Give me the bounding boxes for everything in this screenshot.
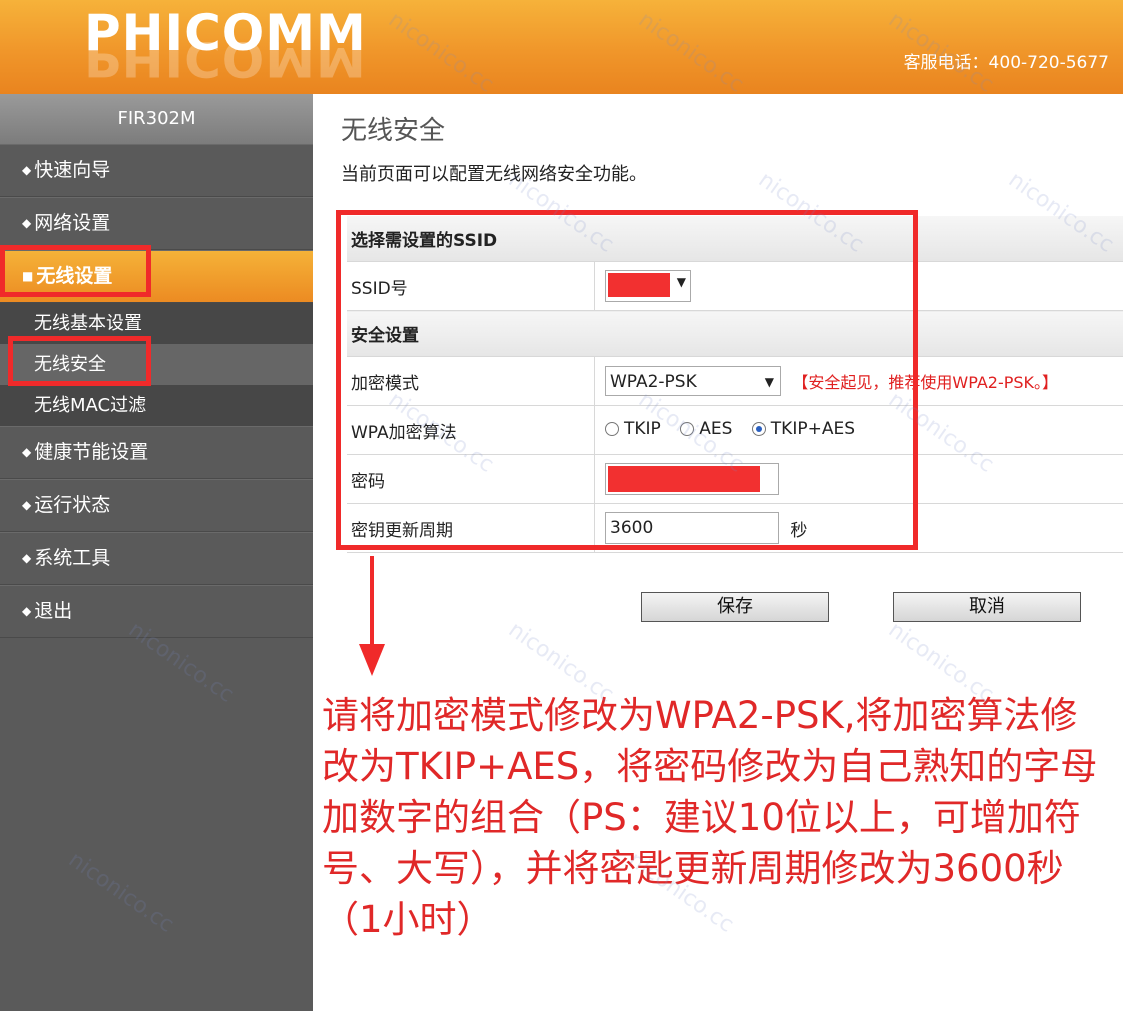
nav-logout[interactable]: ◆ 退出 (0, 585, 313, 638)
nav-quick-setup[interactable]: ◆ 快速向导 (0, 144, 313, 197)
nav-label: 快速向导 (34, 159, 111, 181)
save-button[interactable]: 保存 (641, 592, 829, 622)
cancel-button[interactable]: 取消 (893, 592, 1081, 622)
sub-wireless-mac-filter[interactable]: 无线MAC过滤 (0, 385, 313, 426)
bullet-icon: ◆ (22, 445, 32, 459)
nav-label: 运行状态 (34, 494, 111, 516)
highlight-wireless-settings (0, 245, 151, 297)
nav-label: 健康节能设置 (34, 441, 149, 463)
nav-label: 系统工具 (34, 547, 111, 569)
bullet-icon: ◆ (22, 551, 32, 565)
nav-run-status[interactable]: ◆ 运行状态 (0, 479, 313, 532)
page-title: 无线安全 (341, 116, 446, 146)
instruction-annotation: 请将加密模式修改为WPA2-PSK,将加密算法修改为TKIP+AES，将密码修改… (322, 694, 1098, 941)
logo-reflection: PHICOMM (84, 42, 367, 87)
sidebar: FIR302M ◆ 快速向导 ◆ 网络设置 ■ 无线设置 无线基本设置 无线安全 无线… (0, 94, 313, 1011)
bullet-icon: ◆ (22, 604, 32, 618)
highlight-wireless-security (8, 336, 151, 386)
nav-label: 退出 (34, 600, 73, 622)
router-model: FIR302M (0, 94, 313, 144)
bullet-icon: ◆ (22, 498, 32, 512)
bullet-icon: ◆ (22, 163, 32, 177)
nav-label: 网络设置 (34, 212, 111, 234)
down-arrow-icon (359, 556, 385, 676)
nav-network-settings[interactable]: ◆ 网络设置 (0, 197, 313, 250)
nav-health-power[interactable]: ◆ 健康节能设置 (0, 426, 313, 479)
service-hotline: 客服电话：400-720-5677 (903, 53, 1109, 73)
nav-system-tools[interactable]: ◆ 系统工具 (0, 532, 313, 585)
header-bar: PHICOMM PHICOMM 客服电话：400-720-5677 (0, 0, 1123, 94)
bullet-icon: ◆ (22, 216, 32, 230)
page-description: 当前页面可以配置无线网络安全功能。 (341, 164, 647, 185)
highlight-form (336, 210, 918, 550)
